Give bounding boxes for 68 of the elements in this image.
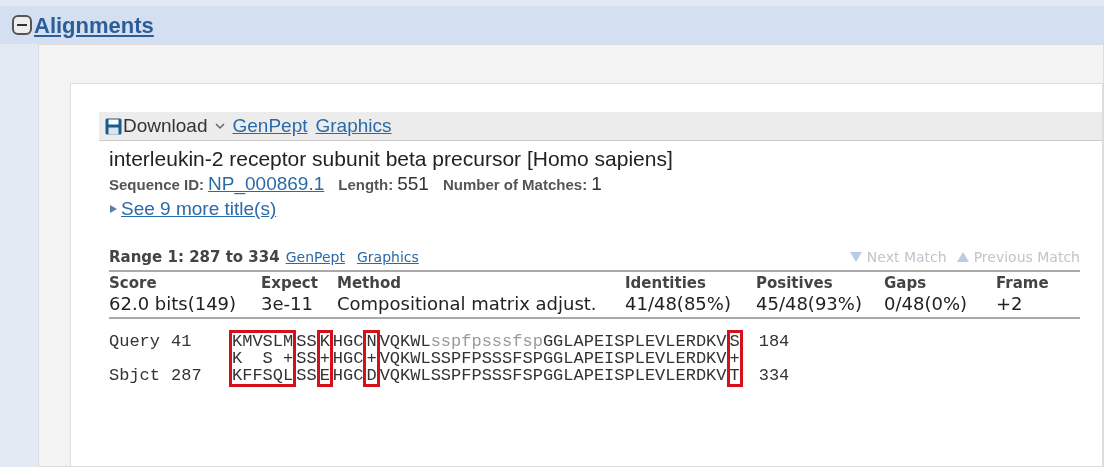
table-cell: 45/48(93%) — [756, 293, 862, 315]
column-header: Identities — [625, 273, 706, 293]
column-header: Positives — [756, 273, 833, 293]
sbjct-residues: SSPFPSSSFSP — [430, 367, 543, 384]
query-residues: N — [366, 333, 377, 350]
query-residues: S — [729, 333, 740, 350]
query-residues: SS — [296, 333, 317, 350]
link[interactable]: Graphics — [315, 111, 392, 141]
match-line: + — [366, 350, 377, 367]
query-residues: KMVSLM — [232, 333, 294, 350]
download-button[interactable]: Download — [105, 111, 225, 141]
query-residues: K — [319, 333, 330, 350]
sbjct-residues: D — [366, 367, 377, 384]
column-header: Frame — [996, 273, 1049, 293]
match-line: K S + — [232, 350, 294, 367]
match-line: + — [729, 350, 740, 367]
collapse-toggle[interactable] — [12, 15, 32, 35]
sbjct-residues: HGC — [332, 367, 364, 384]
match-line: HGC — [332, 350, 364, 367]
sbjct-residues: E — [319, 367, 330, 384]
down-triangle-icon — [849, 251, 862, 263]
up-triangle-icon — [956, 251, 969, 263]
sbjct-end: 334 — [758, 367, 790, 384]
match-line: VQKWL — [379, 350, 431, 367]
column-header: Method — [337, 273, 401, 293]
query-residues: GGLAPEISPLEVLERDKV — [542, 333, 727, 350]
section-title-link[interactable]: Alignments — [34, 8, 154, 42]
match-line: + — [319, 350, 330, 367]
table-cell: 41/48(85%) — [625, 293, 731, 315]
link[interactable]: GenPept — [232, 111, 308, 141]
sbjct-residues: SS — [296, 367, 317, 384]
column-header: Expect — [261, 273, 318, 293]
sbjct-residues: T — [729, 367, 740, 384]
column-header: Score — [109, 273, 157, 293]
range-label: Range 1: 287 to 334 — [109, 246, 280, 268]
column-header: Gaps — [884, 273, 927, 293]
sbjct-start: 287 — [171, 367, 203, 384]
query-label: Query — [109, 333, 161, 350]
query-end: 184 — [758, 333, 790, 350]
match-line: GGLAPEISPLEVLERDKV — [542, 350, 727, 367]
expand-triangle-icon — [109, 204, 118, 214]
matches-value: 1 — [591, 173, 602, 195]
table-cell: Compositional matrix adjust. — [337, 293, 597, 315]
link[interactable]: GenPept — [285, 246, 345, 268]
table-cell: 62.0 bits(149) — [109, 293, 237, 315]
table-cell: +2 — [996, 293, 1023, 315]
sbjct-residues: KFFSQL — [232, 367, 294, 384]
sbjct-residues: GGLAPEISPLEVLERDKV — [542, 367, 727, 384]
caret-icon — [214, 122, 225, 130]
link[interactable]: Graphics — [356, 246, 419, 268]
matches-label: Number of Matches: — [442, 175, 588, 195]
sbjct-label: Sbjct — [109, 367, 161, 384]
sbjct-residues: VQKWL — [379, 367, 431, 384]
match-line: SS — [296, 350, 317, 367]
query-residues: VQKWL — [379, 333, 431, 350]
sequence-id-link[interactable]: NP_000869.1 — [208, 173, 325, 195]
save-icon — [105, 117, 122, 135]
see-more-titles-link[interactable]: See 9 more title(s) — [109, 196, 1102, 222]
length-value: 551 — [397, 173, 429, 195]
match-line: SSPFPSSSFSP — [430, 350, 543, 367]
hit-title: interleukin-2 receptor subunit beta precursor [Homo sapiens] — [109, 146, 674, 172]
table-cell: 3e-11 — [261, 293, 313, 315]
query-residues: HGC — [332, 333, 364, 350]
length-label: Length: — [338, 175, 394, 195]
query-residues: sspfpsssfsp — [430, 333, 543, 350]
table-cell: 0/48(0%) — [884, 293, 968, 315]
query-start: 41 — [171, 333, 193, 350]
sequence-id-label: Sequence ID: — [109, 175, 205, 195]
